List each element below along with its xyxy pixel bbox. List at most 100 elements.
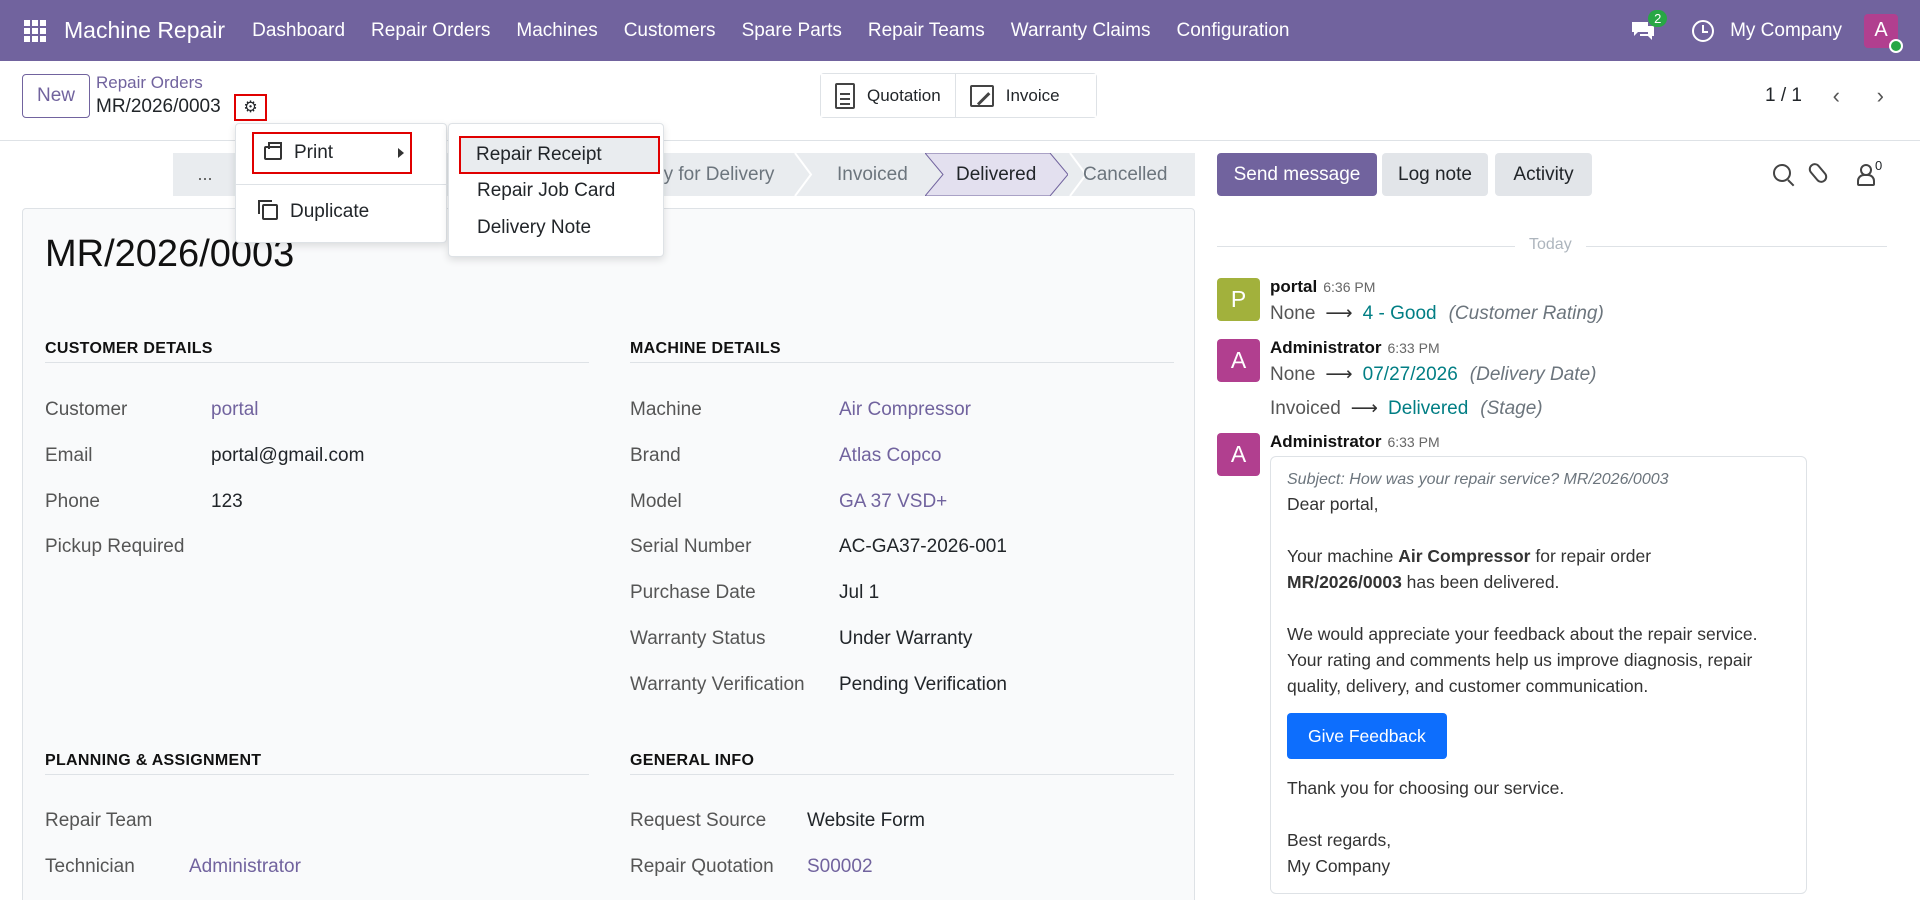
message-author: portal 6:36 PM [1270, 277, 1375, 297]
followers-icon[interactable] [1857, 164, 1875, 186]
mail-message-body: Subject: How was your repair service? MR… [1270, 456, 1807, 894]
chat-icon[interactable]: 2 [1630, 9, 1668, 42]
company-switcher[interactable]: My Company [1730, 20, 1842, 42]
online-status-dot [1889, 38, 1903, 53]
stage-ready-for-delivery[interactable]: dy for Delivery [653, 153, 774, 196]
top-navbar: Machine Repair Dashboard Repair Orders M… [0, 0, 1920, 61]
new-value: 4 - Good [1362, 302, 1437, 324]
gear-icon: ⚙ [243, 98, 258, 116]
invoice-label: Invoice [1005, 85, 1060, 105]
nav-customers[interactable]: Customers [624, 20, 716, 42]
invoice-smart-button[interactable]: Invoice [955, 74, 1096, 117]
repair-receipt-menu-item[interactable]: Repair Receipt [459, 136, 660, 174]
copy-icon [258, 200, 278, 220]
print-submenu: Repair Receipt Repair Job Card Delivery … [448, 123, 664, 257]
model-label: Model [630, 491, 682, 512]
avatar[interactable]: A [1217, 433, 1260, 476]
app-brand[interactable]: Machine Repair [64, 17, 225, 44]
purchase-date-value[interactable]: Jul 1 [839, 582, 879, 604]
chevron-right-icon[interactable]: › [1877, 83, 1884, 109]
old-value: None [1270, 302, 1316, 324]
mail-greeting: Dear portal, [1287, 494, 1379, 514]
give-feedback-button[interactable]: Give Feedback [1287, 713, 1447, 759]
warranty-verification-value[interactable]: Pending Verification [839, 674, 1007, 696]
avatar[interactable]: P [1217, 278, 1260, 321]
author-name[interactable]: portal [1270, 277, 1317, 296]
nav-spare-parts[interactable]: Spare Parts [742, 20, 842, 42]
clock-icon[interactable] [1692, 19, 1715, 42]
avatar[interactable]: A [1217, 339, 1260, 382]
request-source-label: Request Source [630, 810, 767, 831]
author-name[interactable]: Administrator [1270, 432, 1381, 451]
repair-quotation-value[interactable]: S00002 [807, 856, 873, 878]
mail-paragraph-1: Your machine Air Compressor for repair o… [1287, 543, 1790, 595]
quotation-label: Quotation [867, 85, 941, 105]
nav-warranty-claims[interactable]: Warranty Claims [1011, 20, 1151, 42]
model-value[interactable]: GA 37 VSD+ [839, 491, 947, 513]
customer-value[interactable]: portal [211, 399, 259, 421]
serial-number-label: Serial Number [630, 536, 752, 557]
mail-machine: Air Compressor [1398, 546, 1531, 566]
message-time: 6:36 PM [1323, 279, 1376, 295]
tracked-field: (Stage) [1480, 397, 1543, 419]
delivery-note-menu-item[interactable]: Delivery Note [477, 217, 591, 239]
nav-configuration[interactable]: Configuration [1176, 20, 1289, 42]
machine-value[interactable]: Air Compressor [839, 399, 971, 421]
gear-dropdown-menu: Print Duplicate [235, 123, 448, 243]
stage-invoiced[interactable]: Invoiced [837, 153, 908, 196]
send-message-button[interactable]: Send message [1217, 153, 1377, 196]
nav-dashboard[interactable]: Dashboard [252, 20, 345, 42]
warranty-status-value[interactable]: Under Warranty [839, 628, 972, 650]
log-note-button[interactable]: Log note [1382, 153, 1488, 196]
new-value: Delivered [1388, 397, 1469, 419]
duplicate-menu-item[interactable]: Duplicate [258, 200, 369, 223]
gear-button[interactable]: ⚙ [234, 94, 267, 121]
nav-repair-orders[interactable]: Repair Orders [371, 20, 490, 42]
print-menu-item[interactable]: Print [252, 132, 412, 174]
mail-signature: My Company [1287, 856, 1391, 876]
message-author: Administrator 6:33 PM [1270, 338, 1440, 358]
machine-label: Machine [630, 399, 702, 420]
arrow-right-icon: ⟶ [1325, 364, 1353, 385]
repair-team-label: Repair Team [45, 810, 153, 831]
record-name: MR/2026/0003 [96, 96, 221, 117]
stage-cancelled[interactable]: Cancelled [1083, 153, 1168, 196]
nav-repair-teams[interactable]: Repair Teams [868, 20, 985, 42]
phone-value[interactable]: 123 [211, 491, 243, 513]
activity-button[interactable]: Activity [1495, 153, 1592, 196]
apps-menu-icon[interactable] [24, 19, 46, 42]
nav-machines[interactable]: Machines [516, 20, 597, 42]
quotation-smart-button[interactable]: Quotation [821, 74, 956, 117]
old-value: Invoiced [1270, 397, 1341, 419]
tracked-field: (Delivery Date) [1469, 363, 1597, 385]
serial-number-value[interactable]: AC-GA37-2026-001 [839, 536, 1007, 558]
user-avatar[interactable]: A [1864, 13, 1903, 53]
tracked-field: (Customer Rating) [1448, 302, 1604, 324]
caret-right-icon [398, 148, 404, 158]
stage-delivered[interactable]: Delivered [956, 153, 1036, 196]
new-button[interactable]: New [22, 74, 90, 118]
technician-value[interactable]: Administrator [189, 856, 301, 878]
status-more-button[interactable]: ... [173, 153, 237, 196]
brand-value[interactable]: Atlas Copco [839, 445, 941, 467]
new-value: 07/27/2026 [1362, 363, 1458, 385]
mail-text: has been delivered. [1401, 572, 1560, 592]
technician-label: Technician [45, 856, 135, 877]
tracking-value: None ⟶ 4 - Good (Customer Rating) [1270, 302, 1604, 325]
paperclip-icon[interactable] [1806, 160, 1830, 186]
form-sheet: MR/2026/0003 CUSTOMER DETAILS Customer p… [22, 208, 1195, 900]
message-time: 6:33 PM [1387, 340, 1440, 356]
warranty-status-label: Warranty Status [630, 628, 766, 649]
chevron-left-icon[interactable]: ‹ [1833, 83, 1840, 109]
search-icon[interactable] [1773, 164, 1791, 182]
planning-heading: PLANNING & ASSIGNMENT [45, 752, 589, 775]
author-name[interactable]: Administrator [1270, 338, 1381, 357]
pager-value[interactable]: 1 / 1 [1765, 85, 1802, 107]
message-time: 6:33 PM [1387, 434, 1440, 450]
mail-order: MR/2026/0003 [1287, 572, 1402, 592]
repair-job-card-menu-item[interactable]: Repair Job Card [477, 180, 615, 202]
email-value[interactable]: portal@gmail.com [211, 445, 364, 467]
invoice-edit-icon [969, 84, 994, 107]
request-source-value[interactable]: Website Form [807, 810, 925, 832]
breadcrumb-repair-orders[interactable]: Repair Orders [96, 73, 203, 93]
